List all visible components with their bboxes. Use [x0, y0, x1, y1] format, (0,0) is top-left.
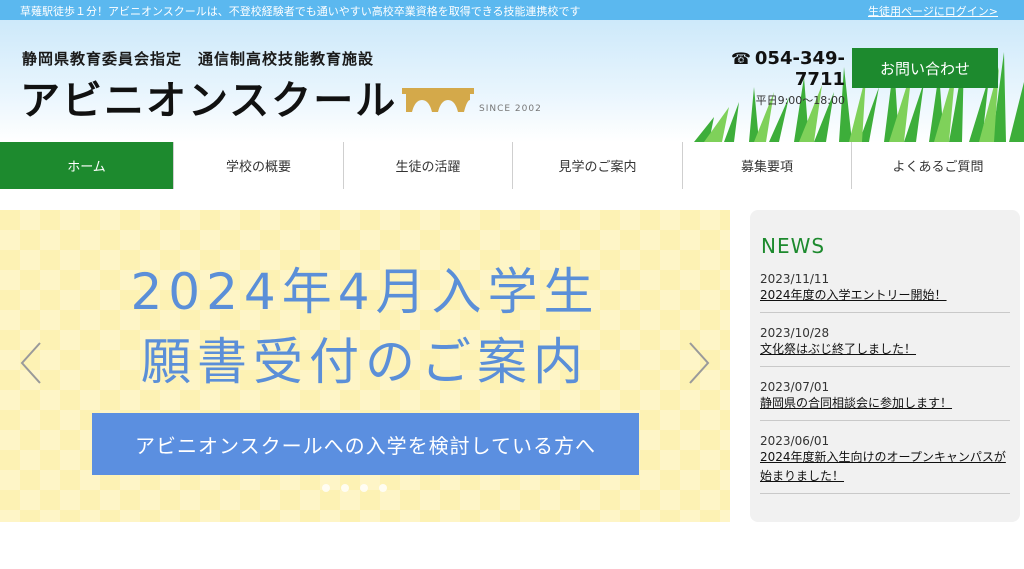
news-list: 2023/11/11 2024年度の入学エントリー開始！ 2023/10/28 … [760, 270, 1010, 505]
phone-number[interactable]: ☎ 054-349-7711 [690, 48, 845, 90]
slider-pagination [322, 484, 387, 492]
nav-item-student-activities[interactable]: 生徒の活躍 [343, 142, 512, 189]
school-name-logo[interactable]: アビニオンスクール [20, 68, 397, 126]
news-title-link[interactable]: 2024年度新入生向けのオープンキャンパスが始まりました！ [760, 448, 1010, 486]
header-subtitle: 静岡県教育委員会指定 通信制高校技能教育施設 [22, 50, 375, 68]
news-item: 2023/11/11 2024年度の入学エントリー開始！ [760, 270, 1010, 313]
nav-item-about[interactable]: 学校の概要 [173, 142, 343, 189]
news-date: 2023/11/11 [760, 272, 830, 286]
nav-item-visit-guide[interactable]: 見学のご案内 [512, 142, 682, 189]
slider-dot[interactable] [360, 484, 368, 492]
news-title-link[interactable]: 2024年度の入学エントリー開始！ [760, 286, 1010, 305]
main-nav: ホーム 学校の概要 生徒の活躍 見学のご案内 募集要項 よくあるご質問 [0, 142, 1024, 189]
slider-prev-arrow-icon[interactable] [18, 340, 44, 386]
news-item: 2023/07/01 静岡県の合同相談会に参加します！ [760, 378, 1010, 421]
business-hours: 平日9:00～18:00 [755, 94, 845, 107]
bridge-logo-icon [402, 88, 474, 112]
slider-dot[interactable] [379, 484, 387, 492]
site-header: 静岡県教育委員会指定 通信制高校技能教育施設 アビニオンスクール SINCE 2… [0, 20, 1024, 142]
news-title-link[interactable]: 文化祭はぶじ終了しました！ [760, 340, 1010, 359]
slider-dot[interactable] [322, 484, 330, 492]
phone-block: ☎ 054-349-7711 平日9:00～18:00 [690, 48, 845, 108]
news-item: 2023/06/01 2024年度新入生向けのオープンキャンパスが始まりました！ [760, 432, 1010, 494]
slider-next-arrow-icon[interactable] [686, 340, 712, 386]
news-date: 2023/06/01 [760, 434, 830, 448]
phone-number-text: 054-349-7711 [754, 48, 845, 90]
slider-headline-line2: 願書受付のご案内 [141, 333, 589, 391]
news-panel: NEWS 2023/11/11 2024年度の入学エントリー開始！ 2023/1… [750, 210, 1020, 522]
news-date: 2023/10/28 [760, 326, 830, 340]
news-date: 2023/07/01 [760, 380, 830, 394]
news-item: 2023/10/28 文化祭はぶじ終了しました！ [760, 324, 1010, 367]
student-login-link[interactable]: 生徒用ページにログイン> [868, 3, 998, 19]
slider-headline-line1: 2024年4月入学生 [130, 263, 600, 321]
telephone-icon: ☎ [730, 49, 751, 68]
news-heading: NEWS [761, 234, 826, 258]
news-title-link[interactable]: 静岡県の合同相談会に参加します！ [760, 394, 1010, 413]
top-info-message: 草薙駅徒歩１分！アビニオンスクールは、不登校経験者でも通いやすい高校卒業資格を取… [20, 5, 581, 18]
top-info-bar: 草薙駅徒歩１分！アビニオンスクールは、不登校経験者でも通いやすい高校卒業資格を取… [0, 0, 1024, 20]
since-label: SINCE 2002 [479, 104, 542, 114]
slider-dot[interactable] [341, 484, 349, 492]
nav-item-faq[interactable]: よくあるご質問 [851, 142, 1024, 189]
nav-item-admissions[interactable]: 募集要項 [682, 142, 851, 189]
nav-item-home[interactable]: ホーム [0, 142, 173, 189]
slider-cta-button[interactable]: アビニオンスクールへの入学を検討している方へ [92, 413, 639, 475]
contact-button[interactable]: お問い合わせ [852, 48, 998, 88]
hero-slider: 2024年4月入学生 願書受付のご案内 アビニオンスクールへの入学を検討している… [0, 210, 730, 522]
